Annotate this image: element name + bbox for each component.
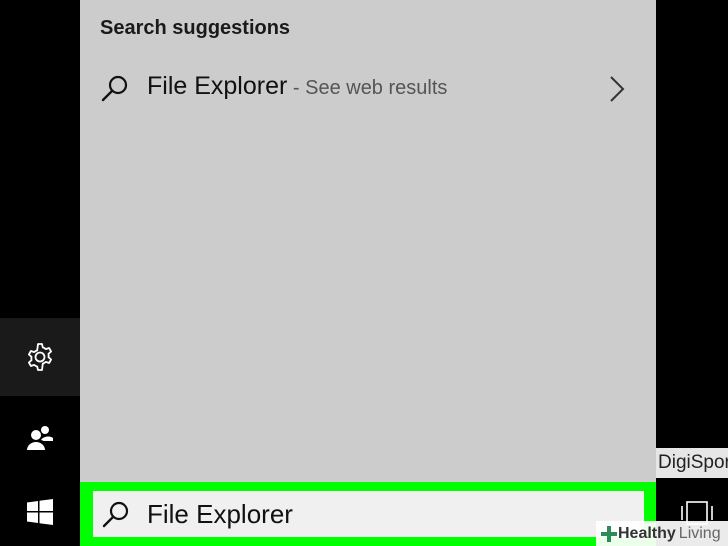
people-button[interactable] xyxy=(0,398,80,478)
windows-start-icon xyxy=(27,499,53,525)
search-results-panel: Search suggestions File Explorer - See w… xyxy=(80,0,656,482)
search-suggestions-heading: Search suggestions xyxy=(100,17,291,39)
settings-button[interactable] xyxy=(0,318,80,396)
suggestion-sub-text: - See web results xyxy=(287,77,448,99)
suggestion-text: File Explorer - See web results xyxy=(147,72,447,101)
chevron-right-icon[interactable] xyxy=(607,75,627,103)
watermark-light-text: Living xyxy=(678,524,721,542)
watermark: Healthy Living xyxy=(596,521,728,546)
search-input-value[interactable]: File Explorer xyxy=(147,499,293,530)
suggestion-main-text: File Explorer xyxy=(147,72,288,100)
background-app-label: DigiSpor xyxy=(656,448,728,478)
search-suggestion-file-explorer[interactable]: File Explorer - See web results xyxy=(80,58,656,118)
start-button[interactable] xyxy=(0,478,80,546)
search-box-highlight: File Explorer xyxy=(80,482,656,546)
screen: Search suggestions File Explorer - See w… xyxy=(0,0,728,546)
plus-icon xyxy=(601,525,617,542)
search-input[interactable]: File Explorer xyxy=(93,491,644,537)
search-icon xyxy=(102,501,129,528)
watermark-bold-text: Healthy xyxy=(618,524,676,542)
people-icon xyxy=(27,426,53,450)
gear-icon xyxy=(28,343,52,371)
search-icon xyxy=(101,75,128,102)
start-menu-rail xyxy=(0,0,80,546)
